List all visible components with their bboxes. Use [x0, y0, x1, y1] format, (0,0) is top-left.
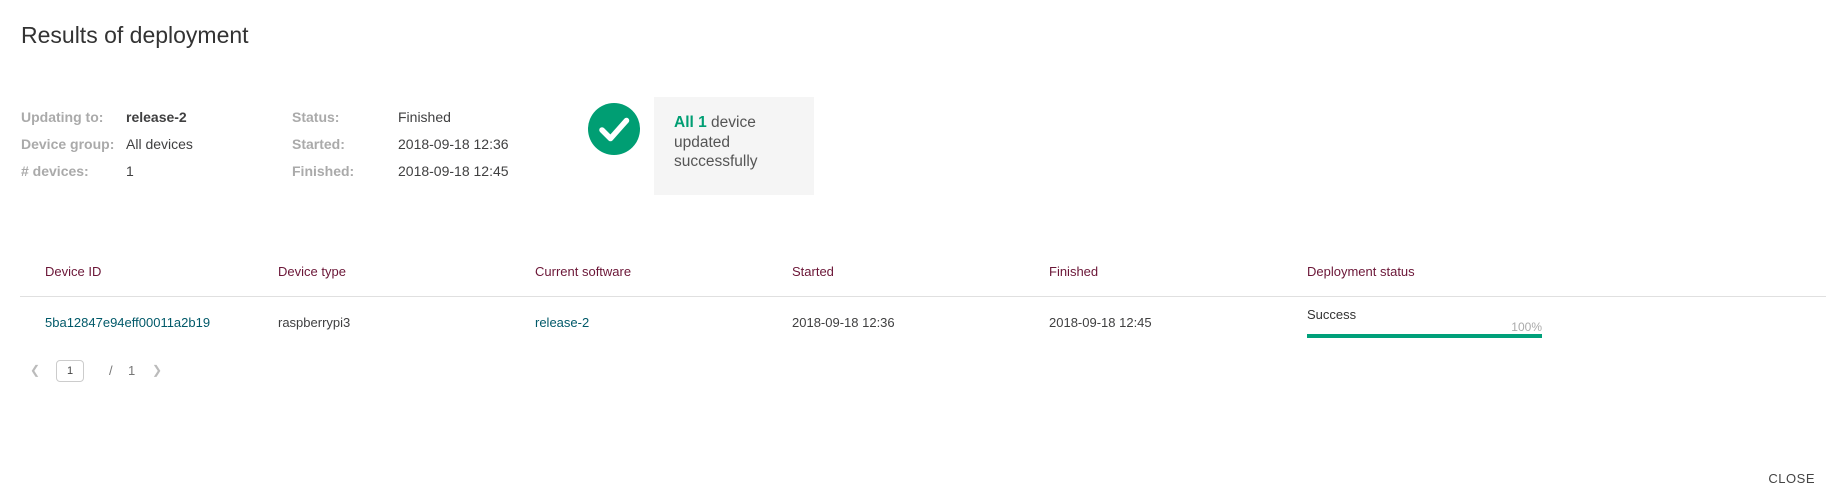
deployment-meta-right: Status: Finished Started: 2018-09-18 12:…: [292, 103, 532, 184]
progress-bar-fill: [1307, 334, 1542, 338]
dialog-title: Results of deployment: [21, 22, 249, 48]
page-number-input[interactable]: 1: [56, 360, 84, 382]
chevron-right-icon[interactable]: ❯: [152, 363, 162, 377]
deployment-status-text: Success: [1307, 307, 1357, 322]
column-device-type: Device type: [278, 246, 535, 297]
device-type-value: raspberrypi3: [278, 314, 351, 330]
started-label: Started:: [292, 135, 345, 152]
row-started-value: 2018-09-18 12:36: [792, 314, 895, 330]
summary-device-word: device: [706, 114, 756, 131]
status-value: Finished: [398, 108, 451, 125]
check-circle-icon: [588, 103, 640, 155]
table-header-row: Device ID Device type Current software S…: [20, 246, 1826, 297]
devices-count-label: # devices:: [21, 162, 89, 179]
finished-value: 2018-09-18 12:45: [398, 162, 509, 179]
meta-row-updating-to: Updating to: release-2: [21, 103, 251, 130]
device-group-label: Device group:: [21, 135, 115, 152]
column-device-id: Device ID: [20, 246, 278, 297]
meta-row-devices: # devices: 1: [21, 157, 251, 184]
deployment-meta-left: Updating to: release-2 Device group: All…: [21, 103, 251, 184]
close-button[interactable]: CLOSE: [1768, 471, 1815, 486]
device-results-table: Device ID Device type Current software S…: [20, 246, 1826, 347]
meta-row-status: Status: Finished: [292, 103, 532, 130]
device-group-value: All devices: [126, 135, 193, 152]
column-deployment-status: Deployment status: [1307, 246, 1826, 297]
column-finished: Finished: [1049, 246, 1307, 297]
started-value: 2018-09-18 12:36: [398, 135, 509, 152]
release-link[interactable]: release-2: [126, 109, 187, 125]
updating-to-label: Updating to:: [21, 108, 104, 125]
page-separator: /: [109, 363, 113, 378]
current-software-link[interactable]: release-2: [535, 315, 589, 330]
deployment-status-cell: Success 100%: [1307, 297, 1826, 348]
summary-line-1: All 1 device: [674, 113, 814, 133]
summary-line-2: updated: [674, 133, 731, 151]
device-id-link[interactable]: 5ba12847e94eff00011a2b19: [45, 315, 210, 330]
row-finished-value: 2018-09-18 12:45: [1049, 314, 1152, 330]
column-current-software: Current software: [535, 246, 792, 297]
meta-row-finished: Finished: 2018-09-18 12:45: [292, 157, 532, 184]
total-pages: 1: [128, 363, 136, 378]
summary-line-3: successfully: [674, 153, 758, 170]
column-started: Started: [792, 246, 1049, 297]
meta-row-started: Started: 2018-09-18 12:36: [292, 130, 532, 157]
chevron-left-icon[interactable]: ❮: [30, 363, 40, 377]
progress-percent: 100%: [1511, 320, 1542, 334]
summary-highlight: All 1: [674, 114, 707, 131]
table-row[interactable]: 5ba12847e94eff00011a2b19 raspberrypi3 re…: [20, 297, 1826, 348]
status-label: Status:: [292, 108, 340, 125]
devices-count-value: 1: [126, 162, 134, 179]
deployment-summary: All 1 device updated successfully: [654, 97, 814, 195]
finished-label: Finished:: [292, 162, 355, 179]
meta-row-device-group: Device group: All devices: [21, 130, 251, 157]
progress-bar: [1307, 334, 1542, 338]
